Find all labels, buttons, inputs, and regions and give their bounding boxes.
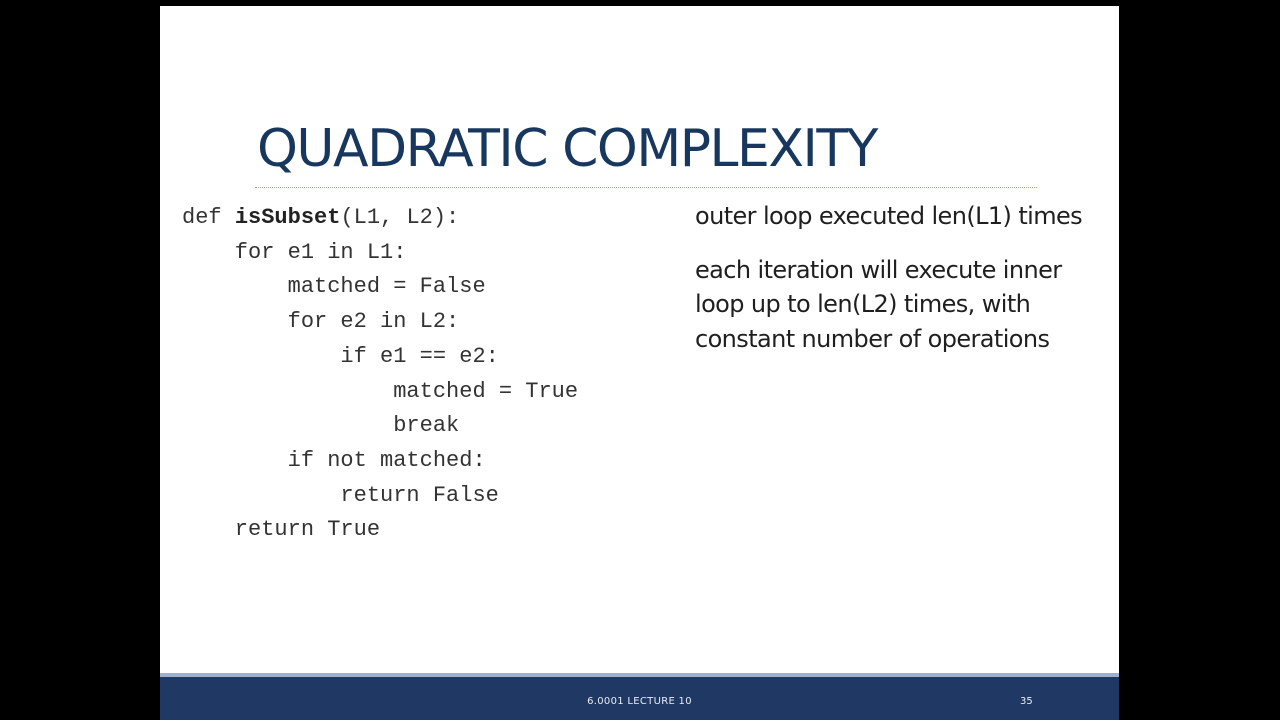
code-line-matched-true: matched = True [182, 378, 579, 404]
code-def-params: (L1, L2): [340, 205, 460, 230]
footer-bar: 6.0001 LECTURE 10 35 [160, 673, 1119, 720]
code-line-break: break [182, 413, 460, 439]
note-outer-loop: outer loop executed len(L1) times [695, 202, 1083, 230]
code-line-return-true: return True [182, 517, 381, 543]
slide-title: QUADRATIC COMPLEXITY [257, 119, 878, 179]
title-divider [255, 187, 1037, 188]
code-def-keyword: def [182, 205, 235, 230]
code-function-name: isSubset [234, 205, 341, 230]
footer-label: 6.0001 LECTURE 10 [587, 696, 692, 707]
code-line-matched-false: matched = False [182, 274, 486, 300]
page-number: 35 [1020, 696, 1033, 707]
code-line-if-not-matched: if not matched: [182, 447, 486, 473]
slide: QUADRATIC COMPLEXITY def isSubset(L1, L2… [160, 6, 1119, 720]
code-block: def isSubset(L1, L2): for e1 in L1: matc… [182, 201, 578, 548]
code-line-def: def isSubset(L1, L2): [182, 205, 459, 230]
code-line-return-false: return False [182, 482, 499, 508]
code-line-outer-for: for e1 in L1: [182, 239, 407, 265]
note-inner-loop: each iteration will execute inner loop u… [695, 255, 1062, 353]
code-line-if-equal: if e1 == e2: [182, 343, 499, 369]
code-line-inner-for: for e2 in L2: [182, 309, 460, 335]
notes-panel: outer loop executed len(L1) times each i… [695, 199, 1105, 375]
